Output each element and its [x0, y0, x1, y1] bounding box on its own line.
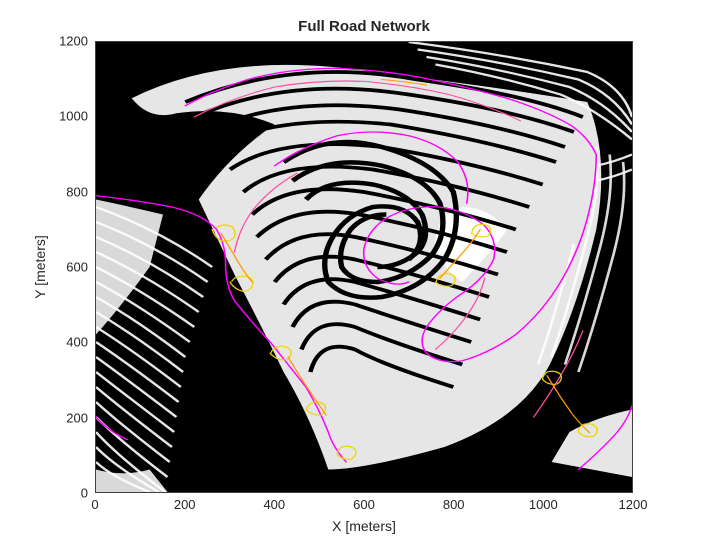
xtick-200: 200	[174, 497, 196, 512]
xtick-800: 800	[443, 497, 465, 512]
ytick-200: 200	[28, 410, 88, 425]
xtick-600: 600	[353, 497, 375, 512]
xtick-1200: 1200	[619, 497, 648, 512]
plot-title: Full Road Network	[95, 18, 633, 35]
ytick-0: 0	[28, 486, 88, 501]
xtick-0: 0	[91, 497, 98, 512]
xtick-1000: 1000	[529, 497, 558, 512]
ytick-1200: 1200	[28, 34, 88, 49]
ytick-1000: 1000	[28, 109, 88, 124]
ytick-800: 800	[28, 184, 88, 199]
axes	[95, 41, 633, 493]
xtick-400: 400	[263, 497, 285, 512]
figure: Full Road Network	[0, 0, 728, 546]
x-axis-label: X [meters]	[95, 518, 633, 534]
ytick-400: 400	[28, 335, 88, 350]
plot-content	[96, 42, 632, 492]
y-axis-label: Y [meters]	[32, 235, 48, 299]
